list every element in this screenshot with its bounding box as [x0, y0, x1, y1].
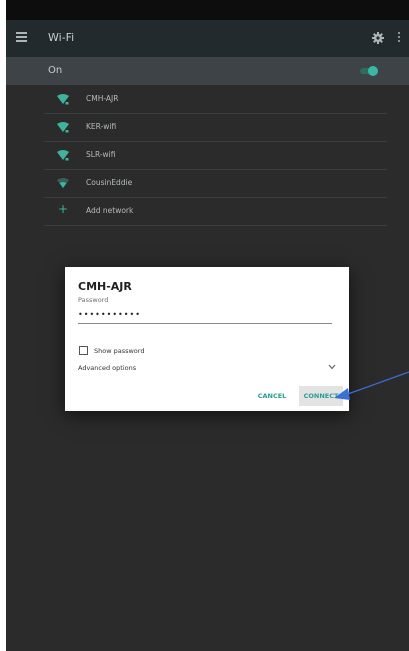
network-name: KER-wifi — [86, 122, 117, 131]
wifi-locked-icon — [57, 150, 69, 161]
status-bar — [6, 0, 409, 20]
plus-icon: + — [58, 202, 69, 216]
add-network-label: Add network — [86, 206, 134, 215]
list-item-network[interactable]: KER-wifi — [44, 114, 387, 142]
app-bar: Wi-Fi — [6, 20, 409, 57]
wifi-locked-icon — [57, 94, 69, 105]
password-underline — [78, 323, 332, 324]
show-password-checkbox[interactable] — [79, 346, 88, 355]
add-network-item[interactable]: + Add network — [44, 198, 387, 226]
page-title: Wi-Fi — [48, 31, 75, 44]
cancel-button[interactable]: CANCEL — [252, 386, 292, 406]
password-field[interactable]: ••••••••••• — [78, 310, 141, 319]
wifi-weak-icon — [57, 178, 69, 188]
list-item-network[interactable]: CousinEddie — [44, 170, 387, 198]
network-name: CMH-AJR — [86, 94, 119, 103]
connect-button[interactable]: CONNECT — [299, 386, 343, 406]
wifi-switch-label: On — [48, 65, 63, 76]
network-name: CousinEddie — [86, 178, 133, 187]
wifi-master-switch-row[interactable]: On — [6, 57, 409, 85]
dialog-title: CMH-AJR — [78, 280, 132, 293]
list-item-network[interactable]: CMH-AJR — [44, 86, 387, 114]
network-name: SLR-wifi — [86, 150, 116, 159]
show-password-label[interactable]: Show password — [94, 347, 144, 355]
wifi-locked-icon — [57, 122, 69, 133]
chevron-down-icon[interactable] — [328, 364, 336, 370]
more-vert-icon[interactable] — [398, 32, 401, 44]
network-list: CMH-AJR KER-wifi SLR-wifi CousinEddie + … — [44, 86, 387, 226]
wifi-toggle[interactable] — [360, 66, 378, 76]
password-label: Password — [78, 296, 109, 304]
gear-icon[interactable] — [372, 32, 384, 44]
advanced-options-toggle[interactable]: Advanced options — [78, 364, 136, 372]
wifi-password-dialog: CMH-AJR Password ••••••••••• Show passwo… — [65, 267, 349, 411]
menu-icon[interactable] — [16, 32, 27, 42]
list-item-network[interactable]: SLR-wifi — [44, 142, 387, 170]
